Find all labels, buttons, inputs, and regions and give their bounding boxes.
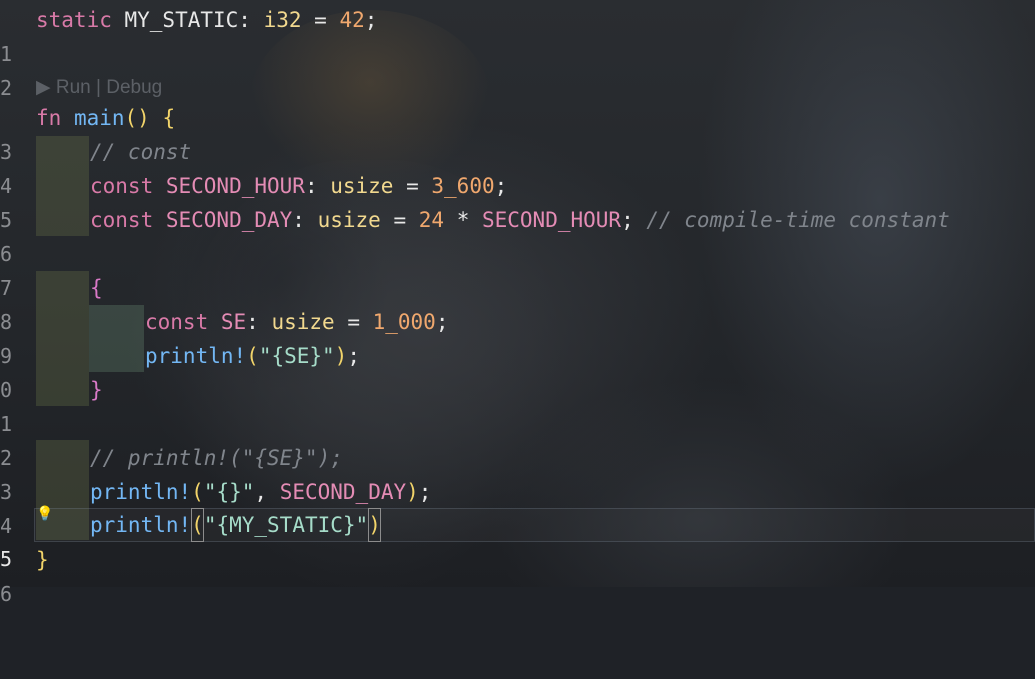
punctuation: : <box>246 310 272 334</box>
code-line[interactable]: 4 // const <box>0 135 1035 198</box>
string-literal: "{SE}" <box>258 344 335 368</box>
code-line[interactable]: 5 const SECOND_HOUR: usize = 3_600; <box>0 169 1035 232</box>
codelens: ▶ Run | Debug <box>36 76 162 100</box>
punctuation: : <box>292 208 318 232</box>
code-line[interactable]: 2 <box>0 37 1035 100</box>
punctuation: ; <box>364 8 378 32</box>
string-literal: "{MY_STATIC}" <box>203 513 369 537</box>
keyword: static <box>36 8 112 32</box>
parenthesis: ) <box>406 480 419 504</box>
code-line-current[interactable]: 5 println!("{MY_STATIC}") <box>0 508 1035 571</box>
punctuation: : <box>238 8 264 32</box>
type: i32 <box>263 8 302 32</box>
code-line[interactable]: 8 { <box>0 271 1035 334</box>
comment: // const <box>90 140 192 164</box>
macro-call: println! <box>145 344 247 368</box>
operator: = <box>301 8 340 32</box>
code-line[interactable]: 2 <box>0 407 1035 470</box>
number: 3_600 <box>431 174 495 198</box>
comment: // println!("{SE}"); <box>90 446 343 470</box>
punctuation: ; <box>494 174 508 198</box>
code-line[interactable]: 1 static MY_STATIC: i32 = 42; <box>0 3 1035 66</box>
identifier: SECOND_HOUR <box>153 174 305 198</box>
macro-call: println! <box>90 513 192 537</box>
codelens-separator: | <box>90 77 107 98</box>
function-name: main <box>61 106 125 130</box>
parenthesis: ( <box>246 344 259 368</box>
type: usize <box>330 174 394 198</box>
operator: * <box>444 208 482 232</box>
punctuation: ; <box>621 208 634 232</box>
operator: = <box>380 208 419 232</box>
type: usize <box>271 310 335 334</box>
code-line[interactable]: 6 const SECOND_DAY: usize = 24 * SECOND_… <box>0 203 1035 266</box>
parenthesis: ( <box>191 480 204 504</box>
brace: { <box>90 276 103 300</box>
parentheses: () <box>124 106 150 130</box>
line-number: 2 <box>0 76 12 100</box>
punctuation: , <box>254 480 280 504</box>
debug-codelens-button[interactable]: Debug <box>106 77 162 98</box>
matched-parenthesis: ( <box>191 508 204 542</box>
number: 1_000 <box>372 310 436 334</box>
run-codelens-button[interactable]: ▶ Run <box>36 77 91 98</box>
code-line[interactable]: 9 const SE: usize = 1_000; <box>0 305 1035 368</box>
code-line[interactable]: 7 <box>0 237 1035 300</box>
operator: = <box>334 310 373 334</box>
identifier: SE <box>208 310 247 334</box>
identifier-reference: SECOND_HOUR <box>481 208 622 232</box>
identifier: SECOND_DAY <box>153 208 293 232</box>
code-editor[interactable]: 1 static MY_STATIC: i32 = 42; 2 ▶ Run | … <box>0 0 1035 606</box>
identifier: MY_STATIC <box>111 8 239 32</box>
brace: } <box>36 548 49 572</box>
code-line[interactable]: 4 println!("{}", SECOND_DAY); <box>0 475 1035 538</box>
keyword: const <box>145 310 209 334</box>
keyword: const <box>90 208 154 232</box>
line-number: 6 <box>0 582 12 606</box>
punctuation: ; <box>418 480 432 504</box>
punctuation: ; <box>347 344 360 368</box>
identifier-reference: SECOND_DAY <box>279 480 407 504</box>
number: 42 <box>339 8 365 32</box>
code-line[interactable]: 1 } <box>0 373 1035 436</box>
type: usize <box>317 208 381 232</box>
punctuation: ; <box>435 310 449 334</box>
code-line[interactable]: 6 } <box>0 543 1035 606</box>
brace: } <box>90 378 103 402</box>
string-literal: "{}" <box>203 480 255 504</box>
matched-parenthesis: ) <box>368 508 381 542</box>
code-line[interactable]: 3 fn main() { <box>0 101 1035 164</box>
comment: // compile-time constant <box>633 208 950 232</box>
macro-call: println! <box>90 480 192 504</box>
code-line[interactable]: 0 println!("{SE}"); <box>0 339 1035 402</box>
parenthesis: ) <box>334 344 348 368</box>
number: 24 <box>418 208 445 232</box>
keyword: fn <box>36 106 62 130</box>
operator: = <box>393 174 432 198</box>
brace: { <box>149 106 176 130</box>
code-line[interactable]: 3 // println!("{SE}"); <box>0 441 1035 504</box>
keyword: const <box>90 174 154 198</box>
punctuation: : <box>304 174 331 198</box>
